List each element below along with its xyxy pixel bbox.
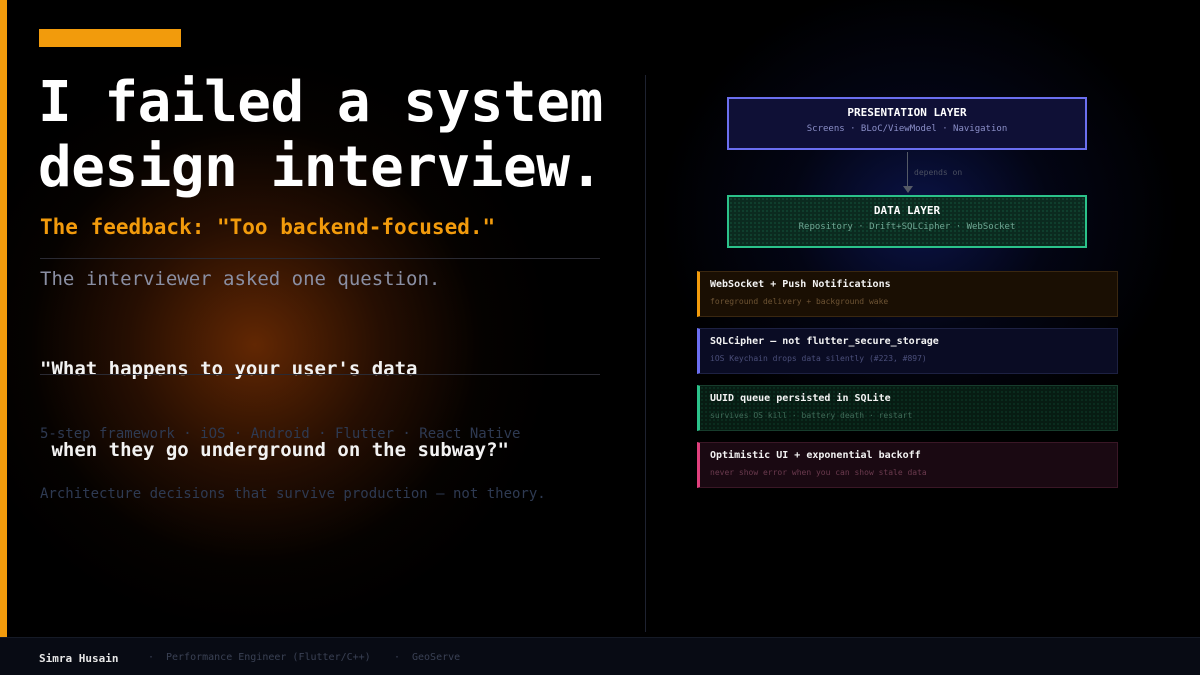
feature-card-subtitle: survives OS kill · battery death · resta…	[710, 411, 913, 420]
data-layer-title: DATA LAYER	[873, 204, 941, 217]
footer: Simra Husain · Performance Engineer (Flu…	[0, 637, 1200, 675]
author-company: GeoServe	[412, 652, 461, 663]
left-accent-bar	[0, 0, 7, 637]
feature-card-title: Optimistic UI + exponential backoff	[710, 450, 921, 461]
feature-card-title: UUID queue persisted in SQLite	[710, 393, 891, 404]
feature-card-title: WebSocket + Push Notifications	[710, 279, 891, 290]
feature-card-optimistic-ui: Optimistic UI + exponential backoff neve…	[697, 442, 1118, 488]
footer-separator: ·	[148, 652, 155, 663]
presentation-layer-box: PRESENTATION LAYER Screens · BLoC/ViewMo…	[727, 97, 1087, 150]
divider-bottom	[40, 374, 600, 375]
feature-card-subtitle: iOS Keychain drops data silently (#223, …	[710, 354, 927, 363]
footer-separator: ·	[394, 652, 401, 663]
vertical-divider	[645, 75, 646, 632]
meta-info: 5-step framework · iOS · Android · Flutt…	[40, 384, 546, 524]
feature-card-websocket: WebSocket + Push Notifications foregroun…	[697, 271, 1118, 317]
author-name: Simra Husain	[39, 652, 119, 665]
feedback-text: The feedback: "Too backend-focused."	[40, 215, 496, 239]
presentation-layer-subtitle: Screens · BLoC/ViewModel · Navigation	[806, 124, 1008, 134]
feature-card-subtitle: never show error when you can show stale…	[710, 468, 927, 477]
presentation-layer-title: PRESENTATION LAYER	[847, 106, 967, 119]
top-accent-bar	[39, 29, 181, 47]
feature-card-uuid-queue: UUID queue persisted in SQLite survives …	[697, 385, 1118, 431]
dependency-arrow-line	[907, 152, 908, 187]
feature-card-subtitle: foreground delivery + background wake	[710, 297, 889, 306]
headline-line-2: design interview.	[38, 135, 603, 200]
meta-line-1: 5-step framework · iOS · Android · Flutt…	[40, 426, 521, 442]
headline: I failed a system design interview.	[38, 70, 678, 200]
divider-top	[40, 258, 600, 259]
feature-card-title: SQLCipher — not flutter_secure_storage	[710, 336, 939, 347]
headline-line-1: I failed a system	[38, 70, 603, 135]
feature-card-sqlcipher: SQLCipher — not flutter_secure_storage i…	[697, 328, 1118, 374]
dependency-label: depends on	[914, 168, 963, 177]
meta-line-2: Architecture decisions that survive prod…	[40, 486, 546, 502]
author-role: Performance Engineer (Flutter/C++)	[166, 652, 371, 663]
data-layer-box: DATA LAYER Repository · Drift+SQLCipher …	[727, 195, 1087, 248]
data-layer-subtitle: Repository · Drift+SQLCipher · WebSocket	[798, 222, 1016, 232]
question-line-1: "What happens to your user's data	[40, 358, 418, 380]
asked-text: The interviewer asked one question.	[40, 268, 441, 290]
dependency-arrow-head	[903, 186, 913, 193]
